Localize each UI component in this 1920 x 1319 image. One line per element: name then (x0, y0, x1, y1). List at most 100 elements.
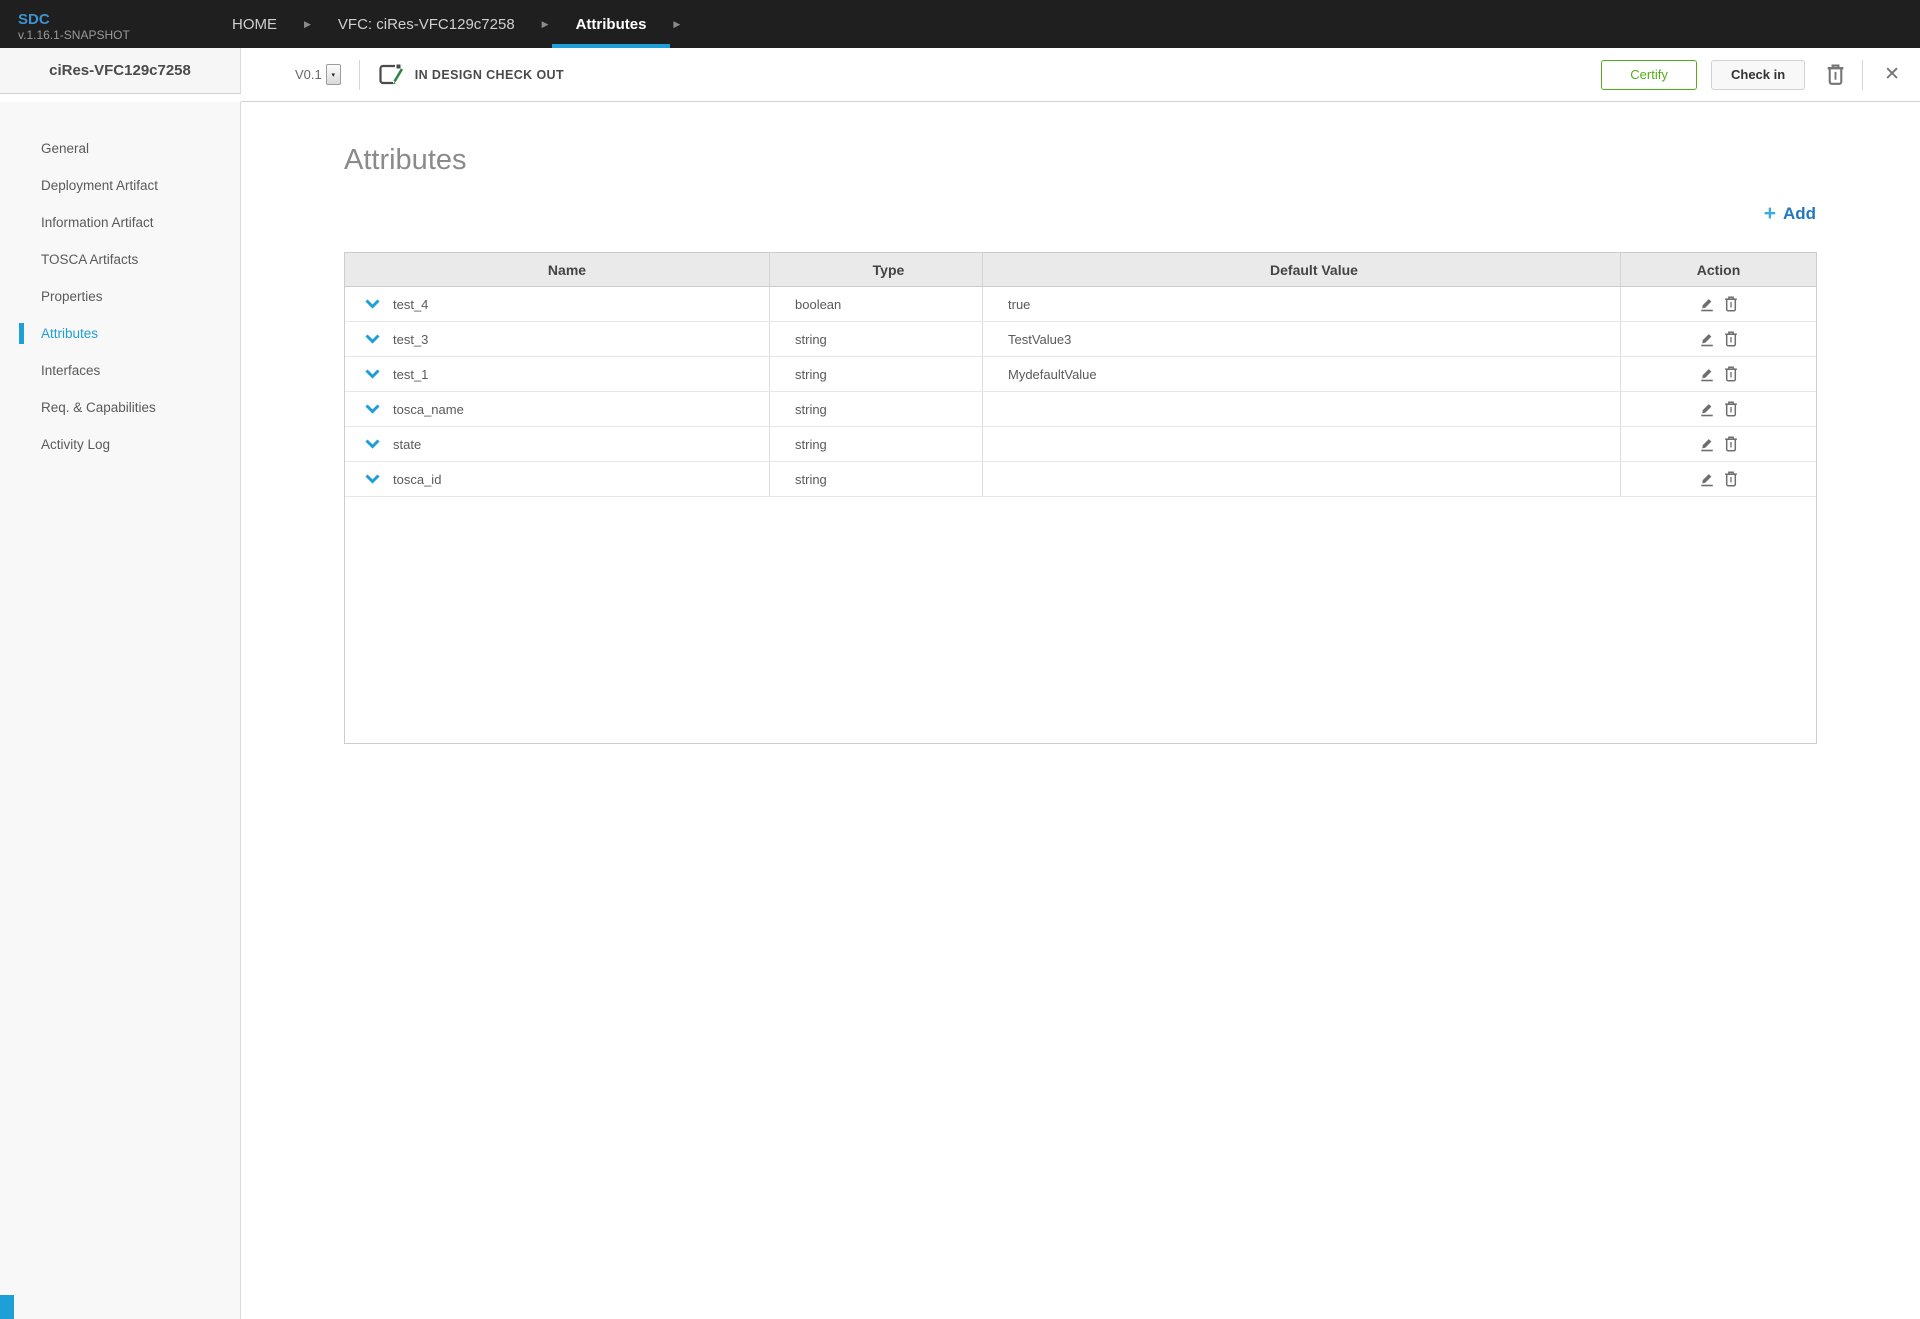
attribute-actions-cell (1621, 427, 1816, 461)
attribute-name: state (393, 437, 421, 452)
breadcrumb-separator-icon: ▶ (673, 19, 680, 30)
attribute-default-value: true (983, 287, 1621, 321)
column-header-type: Type (770, 253, 983, 286)
sidebar-item-tosca-artifacts[interactable]: TOSCA Artifacts (0, 241, 240, 278)
app-logo: SDC v.1.16.1-SNAPSHOT (0, 0, 205, 48)
trash-icon (1724, 436, 1738, 452)
close-button[interactable]: ✕ (1884, 65, 1900, 84)
sidebar-item-interfaces[interactable]: Interfaces (0, 352, 240, 389)
delete-version-button[interactable] (1826, 64, 1845, 85)
version-dropdown-spinner[interactable]: ▾ (326, 64, 341, 85)
edit-attribute-button[interactable] (1699, 296, 1715, 312)
attribute-name: tosca_name (393, 402, 464, 417)
sidebar-item-information-artifact[interactable]: Information Artifact (0, 204, 240, 241)
sidebar-item-deployment-artifact[interactable]: Deployment Artifact (0, 167, 240, 204)
table-body: test_4 boolean true (345, 287, 1816, 497)
trash-icon (1826, 64, 1845, 85)
attribute-default-value: MydefaultValue (983, 357, 1621, 391)
table-empty-area (345, 497, 1816, 743)
sidebar: GeneralDeployment ArtifactInformation Ar… (0, 102, 241, 1319)
attribute-type: string (770, 392, 983, 426)
page-title: Attributes (344, 144, 467, 177)
close-icon: ✕ (1884, 65, 1900, 84)
header-divider (1862, 60, 1863, 90)
attribute-name-cell: state (345, 427, 770, 461)
trash-icon (1724, 401, 1738, 417)
table-row: tosca_id string (345, 462, 1816, 497)
expand-row-toggle[interactable] (365, 369, 380, 379)
version-selector[interactable]: V0.1 ▾ (295, 64, 341, 85)
attribute-type: string (770, 427, 983, 461)
main-content: Attributes + Add Name Type Default Value… (241, 102, 1920, 1319)
sidebar-item-activity-log[interactable]: Activity Log (0, 426, 240, 463)
attribute-name-cell: test_1 (345, 357, 770, 391)
attribute-type: string (770, 322, 983, 356)
delete-attribute-button[interactable] (1724, 436, 1738, 452)
expand-row-toggle[interactable] (365, 404, 380, 414)
attribute-name-cell: tosca_id (345, 462, 770, 496)
breadcrumb-item[interactable]: Attributes (576, 0, 647, 48)
chevron-down-icon (365, 334, 380, 344)
check-in-button[interactable]: Check in (1711, 60, 1805, 90)
table-row: state string (345, 427, 1816, 462)
attribute-type: string (770, 357, 983, 391)
sidebar-item-properties[interactable]: Properties (0, 278, 240, 315)
edit-attribute-button[interactable] (1699, 331, 1715, 347)
delete-attribute-button[interactable] (1724, 366, 1738, 382)
breadcrumb: HOME ▶ VFC: ciRes-VFC129c7258 ▶ Attributes ▶ (205, 0, 680, 48)
attribute-name: test_4 (393, 297, 428, 312)
header-divider (359, 60, 360, 90)
chevron-down-icon (365, 369, 380, 379)
delete-attribute-button[interactable] (1724, 471, 1738, 487)
attribute-name-cell: test_3 (345, 322, 770, 356)
pencil-icon (1699, 471, 1715, 487)
pencil-icon (1699, 296, 1715, 312)
attribute-default-value (983, 427, 1621, 461)
breadcrumb-item[interactable]: HOME (232, 0, 277, 48)
attribute-name: test_3 (393, 332, 428, 347)
breadcrumb-item[interactable]: VFC: ciRes-VFC129c7258 (338, 0, 515, 48)
attribute-name: test_1 (393, 367, 428, 382)
plus-icon: + (1764, 204, 1776, 224)
column-header-name: Name (345, 253, 770, 286)
attributes-table: Name Type Default Value Action test_4 bo… (344, 252, 1817, 744)
header-toolbar: V0.1 ▾ IN DESIGN CHECK OUT Certify Check… (241, 48, 1920, 102)
pencil-icon (1699, 331, 1715, 347)
expand-row-toggle[interactable] (365, 474, 380, 484)
delete-attribute-button[interactable] (1724, 296, 1738, 312)
add-attribute-button[interactable]: + Add (1764, 204, 1816, 224)
attribute-default-value (983, 462, 1621, 496)
edit-attribute-button[interactable] (1699, 471, 1715, 487)
delete-attribute-button[interactable] (1724, 401, 1738, 417)
delete-attribute-button[interactable] (1724, 331, 1738, 347)
expand-row-toggle[interactable] (365, 299, 380, 309)
trash-icon (1724, 296, 1738, 312)
version-label: V0.1 (295, 67, 322, 82)
edit-attribute-button[interactable] (1699, 366, 1715, 382)
column-header-action: Action (1621, 253, 1816, 286)
chevron-down-icon (365, 474, 380, 484)
expand-row-toggle[interactable] (365, 439, 380, 449)
sidebar-item-req-capabilities[interactable]: Req. & Capabilities (0, 389, 240, 426)
top-bar: SDC v.1.16.1-SNAPSHOT HOME ▶ VFC: ciRes-VF… (0, 0, 1920, 48)
expand-row-toggle[interactable] (365, 334, 380, 344)
attribute-actions-cell (1621, 322, 1816, 356)
chevron-down-icon: ▾ (331, 71, 335, 79)
attribute-type: boolean (770, 287, 983, 321)
trash-icon (1724, 471, 1738, 487)
certify-button[interactable]: Certify (1601, 60, 1697, 90)
breadcrumb-separator-icon: ▶ (304, 19, 311, 30)
edit-attribute-button[interactable] (1699, 401, 1715, 417)
edit-attribute-button[interactable] (1699, 436, 1715, 452)
table-header-row: Name Type Default Value Action (345, 253, 1816, 287)
table-row: test_3 string TestValue3 (345, 322, 1816, 357)
attribute-name: tosca_id (393, 472, 441, 487)
table-row: test_1 string MydefaultValue (345, 357, 1816, 392)
entity-name: ciRes-VFC129c7258 (0, 48, 241, 94)
attribute-actions-cell (1621, 287, 1816, 321)
sidebar-item-attributes[interactable]: Attributes (0, 315, 240, 352)
attribute-type: string (770, 462, 983, 496)
breadcrumb-separator-icon: ▶ (542, 19, 549, 30)
add-label: Add (1783, 204, 1816, 224)
sidebar-item-general[interactable]: General (0, 130, 240, 167)
